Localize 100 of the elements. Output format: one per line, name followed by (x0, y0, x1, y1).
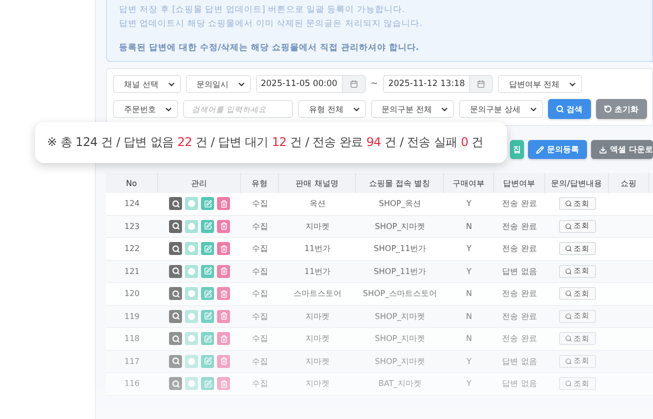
search-icon[interactable] (169, 242, 182, 256)
calendar-icon (477, 80, 486, 88)
table-cell-text: 11번가 (303, 266, 332, 278)
circle-icon[interactable] (185, 354, 198, 368)
table-cell-text: 수집 (251, 266, 269, 278)
table-cell-text: 지마켓 (304, 333, 330, 346)
trash-icon[interactable] (217, 264, 230, 278)
table-cell-text: SHOP_지마켓 (374, 356, 426, 368)
pencil-icon (536, 146, 544, 154)
table-cell-text: 수집 (251, 310, 269, 323)
table-cell-text: Y (466, 378, 472, 390)
select-dropdown[interactable]: 유형 전체 (298, 100, 366, 118)
table-cell-text: 답변 없음 (501, 356, 538, 368)
trash-icon[interactable] (217, 310, 230, 323)
search-icon (564, 268, 572, 275)
table-cell-text: SHOP_스마트스토어 (362, 288, 438, 300)
table-cell-text: 119 (123, 310, 141, 323)
excel-download-button[interactable]: 엑셀 다운로 (591, 140, 653, 159)
table-cell-text: Y (466, 243, 472, 256)
search-icon[interactable] (169, 264, 182, 278)
table-cell-text: 답변 없음 (501, 378, 538, 390)
search-icon (564, 335, 572, 342)
table-cell-text: 수집 (251, 378, 269, 390)
trash-icon[interactable] (217, 332, 230, 346)
search-icon[interactable] (169, 332, 182, 346)
trash-icon[interactable] (217, 242, 230, 256)
notice-text: 답변 업데이트시 해당 쇼핑몰에서 이미 삭제된 문의글은 처리되지 않습니다. (119, 18, 424, 30)
summary-text: ※ 총 124 건 / 답변 없음 22 건 / 답변 대기 12 건 / 전송 완료 94 건 / 전송 실패 0 건 (47, 134, 484, 151)
table-cell-text: Y (466, 356, 472, 368)
search-icon[interactable] (169, 197, 182, 210)
select-dropdown[interactable]: 채널 선택 (113, 75, 181, 93)
trash-icon[interactable] (217, 197, 230, 210)
table-cell-text: 전송 완료 (501, 220, 538, 233)
trash-icon[interactable] (217, 287, 230, 300)
table-cell-text: 전송 완료 (501, 198, 538, 210)
table-cell-text: 수집 (251, 333, 269, 346)
table-cell-text: 122 (123, 243, 141, 256)
trash-icon[interactable] (217, 354, 230, 368)
table-cell-text: 121 (123, 266, 141, 278)
table-cell-text: BAT_지마켓 (377, 378, 423, 390)
select-dropdown[interactable]: 문의일시 (186, 75, 251, 93)
table-cell-text: SHOP_지마켓 (374, 310, 426, 323)
search-icon (556, 105, 564, 113)
table-cell-text: 지마켓 (304, 356, 330, 368)
edit-icon[interactable] (201, 220, 214, 233)
date-field[interactable]: 2025-11-05 00:00 (256, 75, 366, 93)
edit-icon[interactable] (201, 332, 214, 346)
table-cell-text: N (465, 288, 473, 300)
table-cell-text: 수집 (251, 220, 269, 233)
table-cell-text: 지마켓 (304, 220, 330, 233)
search-icon[interactable] (169, 310, 182, 323)
table-cell-text: 124 (123, 198, 141, 210)
table-cell-text: 답변 없음 (501, 266, 538, 278)
table-cell-text: 전송 완료 (501, 288, 538, 300)
search-icon (564, 312, 572, 320)
table-cell-text: SHOP_지마켓 (374, 220, 426, 233)
table-cell-text: N (465, 333, 473, 346)
table-cell-text: 수집 (251, 243, 269, 256)
search-icon (564, 245, 572, 252)
table-cell-text: 120 (123, 288, 141, 300)
search-icon (564, 222, 572, 230)
edit-icon[interactable] (201, 264, 214, 278)
table-cell-text: 수집 (251, 198, 269, 210)
search-icon[interactable] (169, 287, 182, 300)
edit-icon[interactable] (201, 242, 214, 256)
edit-icon[interactable] (201, 310, 214, 323)
table-cell-text: 지마켓 (304, 378, 330, 390)
select-dropdown[interactable]: 주문번호 (113, 100, 178, 118)
table-cell-text: 전송 완료 (501, 243, 538, 256)
table-cell-text: SHOP_11번가 (372, 266, 428, 278)
table-cell-text: N (465, 220, 473, 233)
table-cell-text: 전송 완료 (501, 310, 538, 323)
notice-text: 답변 저장 후 [쇼핑몰 답변 업데이트] 버튼으로 일괄 등록이 가능합니다. (119, 4, 406, 16)
table-cell-text: 123 (123, 220, 141, 233)
edit-icon[interactable] (201, 354, 214, 368)
search-icon[interactable] (169, 220, 182, 233)
notice-text: 등록된 답변에 대한 수정/삭제는 해당 쇼핑몰에서 직접 관리하셔야 합니다. (119, 42, 420, 54)
search-icon[interactable] (169, 354, 182, 368)
table-cell-text: 지마켓 (304, 310, 330, 323)
calendar-icon (350, 80, 358, 88)
table-cell-text: 옥션 (308, 198, 326, 210)
date-field[interactable]: 2025-11-12 13:18 (383, 75, 494, 93)
reset-icon (604, 105, 612, 113)
trash-icon[interactable] (217, 220, 230, 233)
edit-icon[interactable] (201, 287, 214, 300)
edit-icon[interactable] (201, 197, 214, 210)
table-cell-text: 전송 완료 (501, 333, 538, 346)
table-cell-text: 수집 (251, 356, 269, 368)
select-dropdown[interactable]: 문의구분 전체 (370, 100, 454, 118)
table-cell-text: N (465, 310, 473, 323)
download-icon (599, 146, 608, 154)
search-icon (564, 200, 572, 208)
select-dropdown[interactable]: 문의구분 상세 (459, 100, 543, 118)
table-cell-text: SHOP_옥션 (378, 198, 422, 210)
range-separator: ~ (370, 79, 378, 89)
circle-icon[interactable] (185, 332, 198, 346)
table-cell-text: SHOP_11번가 (372, 243, 428, 256)
table-cell-text: Y (466, 198, 472, 210)
select-dropdown[interactable]: 답변여부 전체 (498, 75, 582, 93)
table-cell-text: 스마트스토어 (292, 288, 342, 300)
